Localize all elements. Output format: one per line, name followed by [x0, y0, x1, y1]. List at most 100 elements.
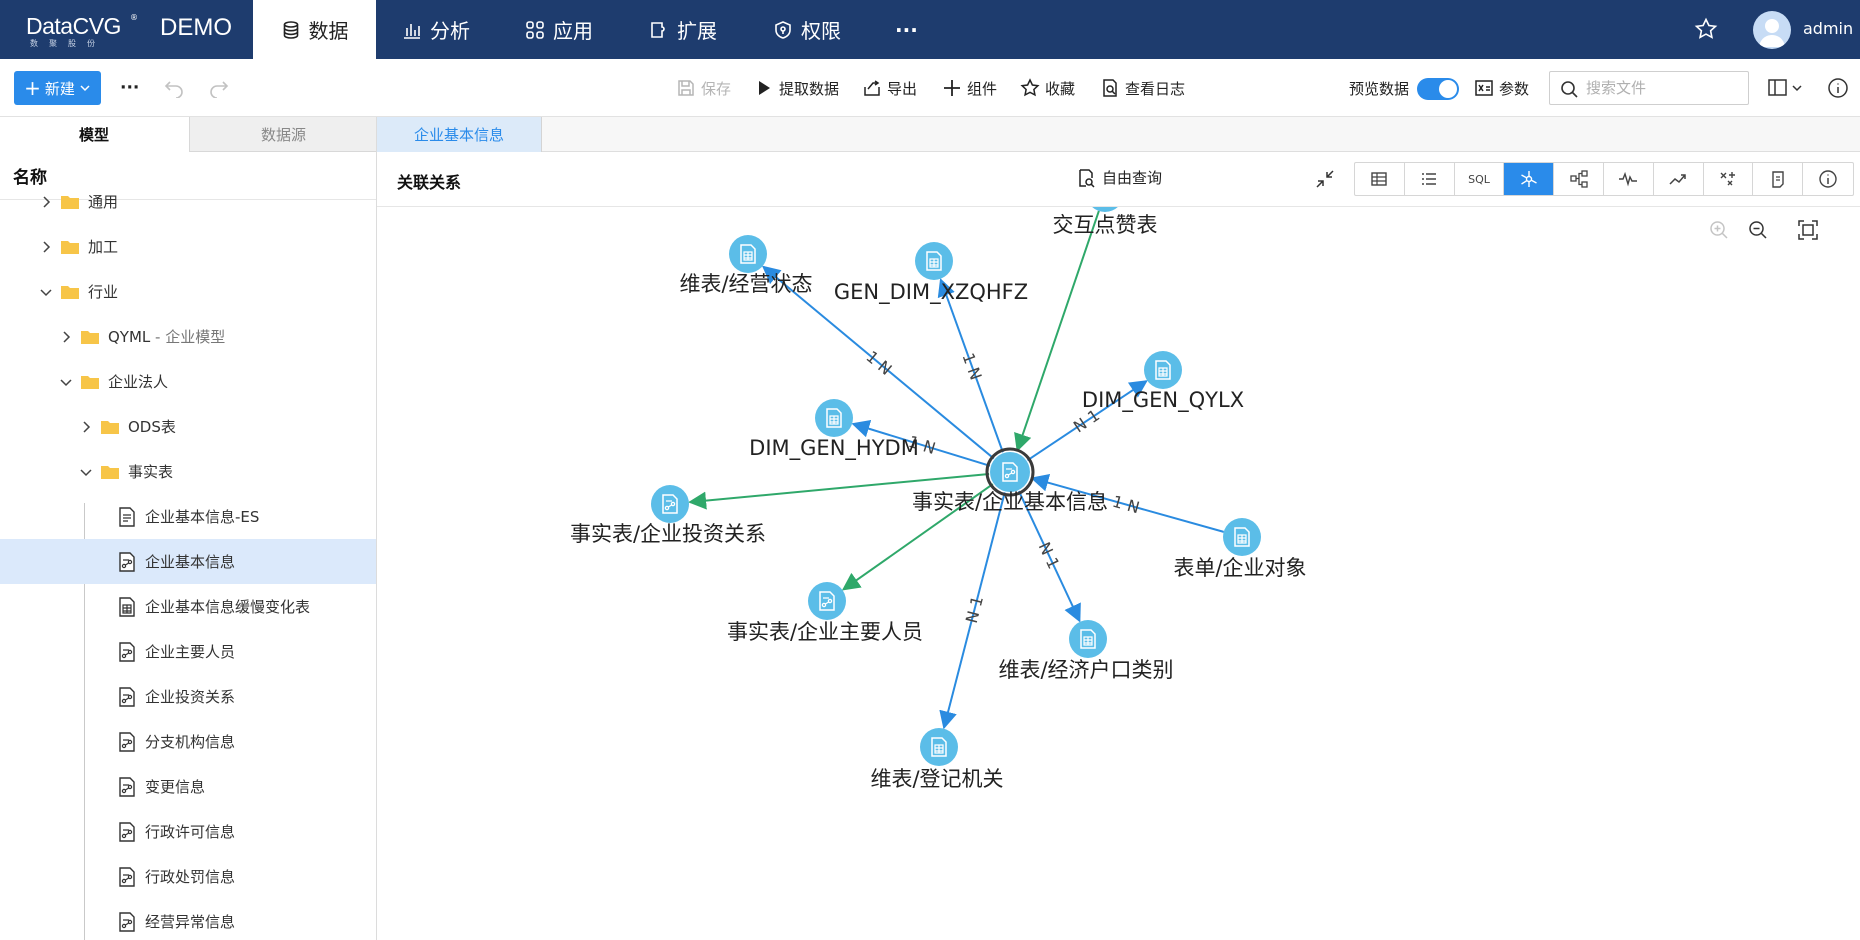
- preview-data-toggle[interactable]: [1417, 78, 1459, 100]
- sql-label: SQL: [1468, 172, 1490, 186]
- tree-item[interactable]: 变更信息: [0, 764, 376, 809]
- free-query-button[interactable]: 自由查询: [1076, 167, 1162, 188]
- tree-item[interactable]: 企业基本信息: [0, 539, 376, 584]
- chevron-down-icon[interactable]: [58, 374, 74, 390]
- collapse-icon[interactable]: [1314, 168, 1336, 190]
- chevron-right-icon[interactable]: [38, 239, 54, 255]
- tab-datasource[interactable]: 数据源: [189, 117, 376, 152]
- query-icon: [1079, 168, 1095, 188]
- nav-data[interactable]: 数据: [253, 0, 376, 59]
- document-tab-bar: 企业基本信息: [377, 117, 1860, 152]
- more-actions-button[interactable]: ···: [120, 74, 139, 102]
- graph-node-label: DIM_GEN_QYLX: [1082, 388, 1244, 413]
- model-tree-panel: 模型 数据源 名称 通用 加工 行业 QYML - 企业模型 企业法人 ODS表 事实表 企业…: [0, 117, 377, 940]
- search-box[interactable]: [1549, 71, 1749, 105]
- favorite-star-icon[interactable]: [1694, 17, 1718, 41]
- view-button-relation-view[interactable]: [1504, 163, 1555, 195]
- tree-folder[interactable]: 加工: [0, 224, 376, 269]
- tree-item[interactable]: 行政处罚信息: [0, 854, 376, 899]
- tree-item-label: 行政处罚信息: [145, 868, 236, 886]
- view-button-script-view[interactable]: [1753, 163, 1804, 195]
- search-input[interactable]: [1586, 77, 1741, 99]
- edge-cardinality-label: N 1: [1035, 539, 1064, 572]
- save-button[interactable]: 保存: [676, 74, 731, 102]
- graph-node[interactable]: 维表/经济户口类别: [998, 620, 1174, 682]
- nav-apps[interactable]: 应用: [525, 0, 593, 59]
- view-button-table-view[interactable]: [1355, 163, 1405, 195]
- tree-item[interactable]: 企业主要人员: [0, 629, 376, 674]
- username[interactable]: admin: [1803, 19, 1853, 38]
- chevron-right-icon[interactable]: [58, 329, 74, 345]
- monitor-view-icon: [1619, 171, 1638, 187]
- script-view-icon: [1772, 171, 1784, 188]
- chevron-down-icon[interactable]: [38, 284, 54, 300]
- nav-label: 数据: [308, 19, 349, 43]
- trend-view-icon: [1669, 174, 1686, 185]
- graph-node[interactable]: DIM_GEN_HYDM: [749, 399, 919, 461]
- graph-node[interactable]: DIM_GEN_QYLX: [1082, 351, 1244, 413]
- tree-item-label: QYML: [108, 327, 151, 346]
- graph-node-label: DIM_GEN_HYDM: [749, 436, 919, 461]
- export-icon: [864, 80, 880, 96]
- avatar[interactable]: [1753, 11, 1791, 49]
- view-button-sql-view[interactable]: SQL: [1455, 163, 1505, 195]
- chevron-right-icon[interactable]: [38, 194, 54, 210]
- favorite-button[interactable]: 收藏: [1020, 74, 1075, 102]
- graph-node-label: 表单/企业对象: [1173, 556, 1306, 580]
- view-button-transform-view[interactable]: [1704, 163, 1754, 195]
- tree-item-label: 企业法人: [108, 373, 169, 391]
- nav-extend[interactable]: 扩展: [649, 0, 717, 59]
- graph-node[interactable]: 维表/经营状态: [679, 235, 813, 296]
- view-log-button[interactable]: 查看日志: [1100, 74, 1185, 102]
- chevron-down-icon[interactable]: [78, 464, 94, 480]
- tree-folder[interactable]: 行业: [0, 269, 376, 314]
- tree-item[interactable]: 企业基本信息缓慢变化表: [0, 584, 376, 629]
- tree-folder[interactable]: 通用: [0, 179, 376, 224]
- lineage-view-icon: [1569, 170, 1588, 188]
- graph-node[interactable]: 维表/登记机关: [870, 728, 1004, 791]
- tree-folder[interactable]: ODS表: [0, 404, 376, 449]
- view-button-list-view[interactable]: [1405, 163, 1455, 195]
- graph-node[interactable]: 事实表/企业投资关系: [570, 485, 766, 546]
- redo-icon[interactable]: [208, 78, 230, 98]
- nav-analysis[interactable]: 分析: [402, 0, 470, 59]
- graph-node-center[interactable]: 事实表/企业基本信息: [912, 447, 1108, 514]
- view-button-info-view[interactable]: [1803, 163, 1853, 195]
- view-title: 关联关系: [397, 173, 462, 192]
- undo-icon[interactable]: [163, 78, 185, 98]
- info-icon[interactable]: [1827, 77, 1849, 99]
- view-button-lineage-view[interactable]: [1554, 163, 1604, 195]
- tree-item[interactable]: 企业投资关系: [0, 674, 376, 719]
- graph-node[interactable]: 表单/企业对象: [1173, 518, 1307, 580]
- graph-node[interactable]: 交互点赞表: [1053, 207, 1158, 237]
- component-button[interactable]: 组件: [942, 74, 997, 102]
- tree-item[interactable]: 企业基本信息-ES: [0, 494, 376, 539]
- tree-folder[interactable]: QYML - 企业模型: [0, 314, 376, 359]
- relation-graph-canvas[interactable]: 1 N1 NN 11 N1 NN 1N 1 事实表/企业基本信息 交互点赞表 维表/经…: [377, 207, 1860, 940]
- grid-apps-icon: [526, 20, 544, 39]
- export-label: 导出: [887, 79, 918, 98]
- tree-item[interactable]: 经营异常信息: [0, 899, 376, 940]
- export-button[interactable]: 导出: [862, 74, 917, 102]
- app-logo[interactable]: DataCVG ® 数聚股份: [26, 13, 141, 49]
- view-button-monitor-view[interactable]: [1604, 163, 1654, 195]
- tab-model[interactable]: 模型: [0, 117, 188, 152]
- nav-more[interactable]: ···: [895, 0, 918, 59]
- graph-node-label: 维表/经营状态: [679, 272, 812, 296]
- graph-node[interactable]: GEN_DIM_XZQHFZ: [834, 242, 1028, 305]
- tab-document-active[interactable]: 企业基本信息: [377, 117, 542, 152]
- chevron-right-icon[interactable]: [78, 419, 94, 435]
- tree-item[interactable]: 分支机构信息: [0, 719, 376, 764]
- new-button[interactable]: + 新建: [14, 71, 101, 105]
- tree-item[interactable]: 行政许可信息: [0, 809, 376, 854]
- edge-cardinality-label: 1 N: [862, 347, 895, 379]
- params-button[interactable]: 参数: [1474, 74, 1529, 102]
- graph-node[interactable]: 事实表/企业主要人员: [727, 582, 923, 644]
- fetch-data-button[interactable]: 提取数据: [754, 74, 839, 102]
- layout-toggle-icon[interactable]: [1768, 78, 1804, 98]
- graph-node-label: 维表/登记机关: [870, 767, 1003, 791]
- view-button-trend-view[interactable]: [1654, 163, 1704, 195]
- tree-folder[interactable]: 事实表: [0, 449, 376, 494]
- nav-permission[interactable]: 权限: [773, 0, 841, 59]
- tree-folder[interactable]: 企业法人: [0, 359, 376, 404]
